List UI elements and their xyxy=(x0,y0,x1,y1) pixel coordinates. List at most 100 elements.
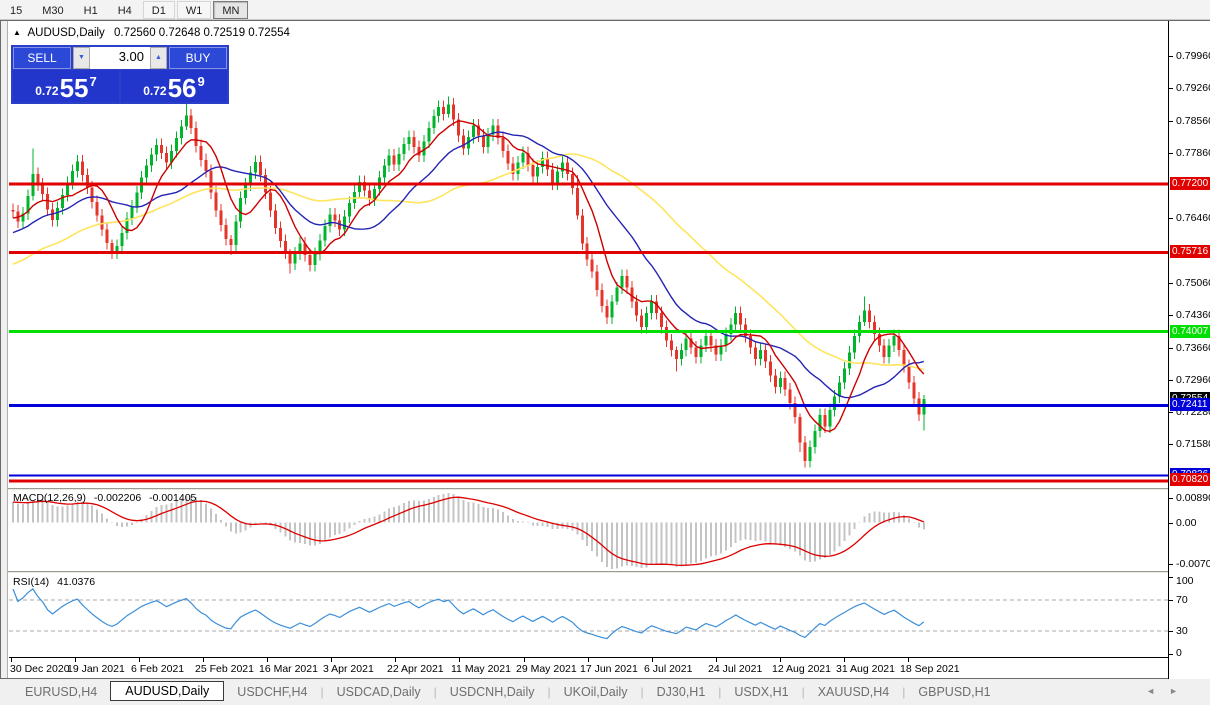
bid-prefix: 0.72 xyxy=(35,84,59,98)
rsi-tick-label: 70 xyxy=(1176,594,1188,606)
macd-label: MACD(12,26,9) -0.002206 -0.001405 xyxy=(13,492,197,504)
macd-tick xyxy=(1169,498,1173,499)
time-tick xyxy=(588,658,589,662)
price-tick xyxy=(1169,315,1173,316)
chart-tab-usdcad-daily[interactable]: USDCAD,Daily xyxy=(324,683,434,701)
time-tick xyxy=(267,658,268,662)
timeframe-m30[interactable]: M30 xyxy=(33,1,72,19)
time-tick xyxy=(395,658,396,662)
chart-tab-dj30-h1[interactable]: DJ30,H1 xyxy=(644,683,719,701)
time-label: 12 Aug 2021 xyxy=(772,663,831,675)
time-tick xyxy=(780,658,781,662)
chart-tab-usdchf-h4[interactable]: USDCHF,H4 xyxy=(224,683,320,701)
price-line-label: 0.74007 xyxy=(1170,325,1210,338)
volume-decrease-icon[interactable]: ▼ xyxy=(73,47,90,69)
chart-window: 30 Dec 2020 19 Jan 2021 6 Feb 2021 25 Feb 2… xyxy=(0,20,1210,679)
buy-button[interactable]: BUY xyxy=(169,47,227,69)
time-tick xyxy=(11,658,12,662)
rsi-tick xyxy=(1169,600,1173,601)
price-tick-label: 0.73660 xyxy=(1176,342,1210,354)
macd-tick-label: 0.00 xyxy=(1176,517,1197,529)
rsi-pane[interactable] xyxy=(9,574,1168,657)
price-tick xyxy=(1169,380,1173,381)
time-tick xyxy=(652,658,653,662)
price-tick-label: 0.76460 xyxy=(1176,212,1210,224)
volume-increase-icon[interactable]: ▲ xyxy=(150,47,167,69)
time-tick xyxy=(75,658,76,662)
price-tick-label: 0.77860 xyxy=(1176,147,1210,159)
ask-pip-digit: 9 xyxy=(197,74,205,89)
bid-price-display[interactable]: 0.72 55 7 xyxy=(13,70,119,102)
timeframe-h4[interactable]: H4 xyxy=(109,1,141,19)
timeframe-15[interactable]: 15 xyxy=(1,1,31,19)
timeframe-w1[interactable]: W1 xyxy=(176,0,212,19)
chart-tab-audusd-daily[interactable]: AUDUSD,Daily xyxy=(110,681,225,701)
rsi-tick xyxy=(1169,654,1173,655)
ohlc-values: 0.72560 0.72648 0.72519 0.72554 xyxy=(114,27,290,39)
one-click-trading-panel: SELL ▼ 3.00 ▲ BUY 0.72 55 7 0.72 56 9 xyxy=(11,45,229,104)
timeframe-toolbar: 15 M30 H1 H4 D1 W1 MN xyxy=(0,0,1210,20)
price-tick xyxy=(1169,283,1173,284)
rsi-tick-label: 100 xyxy=(1176,575,1194,587)
price-tick-label: 0.75060 xyxy=(1176,277,1210,289)
rsi-tick-label: 0 xyxy=(1176,647,1182,659)
time-tick xyxy=(844,658,845,662)
time-label: 3 Apr 2021 xyxy=(323,663,374,675)
ask-prefix: 0.72 xyxy=(143,84,167,98)
time-label: 6 Feb 2021 xyxy=(131,663,185,675)
collapse-icon[interactable]: ▲ xyxy=(13,28,21,37)
price-line-label: 0.75716 xyxy=(1170,245,1210,258)
price-axis: 0.79960 0.79260 0.78560 0.77860 0.76460 0.750… xyxy=(1168,21,1210,679)
timeframe-d1[interactable]: D1 xyxy=(142,0,175,19)
time-axis: 30 Dec 2020 19 Jan 2021 6 Feb 2021 25 Feb 2… xyxy=(9,657,1168,678)
price-tick xyxy=(1169,444,1173,445)
rsi-tick-label: 30 xyxy=(1176,625,1188,637)
time-label: 6 Jul 2021 xyxy=(644,663,693,675)
time-label: 17 Jun 2021 xyxy=(580,663,638,675)
timeframe-h1[interactable]: H1 xyxy=(75,1,107,19)
chart-title: ▲ AUDUSD,Daily 0.72560 0.72648 0.72519 0… xyxy=(13,27,290,39)
price-tick-label: 0.72960 xyxy=(1176,374,1210,386)
price-tick-label: 0.78560 xyxy=(1176,115,1210,127)
time-tick xyxy=(331,658,332,662)
time-label: 29 May 2021 xyxy=(516,663,577,675)
rsi-tick xyxy=(1169,631,1173,632)
chart-tab-usdcnh-daily[interactable]: USDCNH,Daily xyxy=(437,683,548,701)
price-tick xyxy=(1169,153,1173,154)
time-tick xyxy=(203,658,204,662)
left-rail xyxy=(1,21,8,678)
price-tick-label: 0.74360 xyxy=(1176,309,1210,321)
time-label: 19 Jan 2021 xyxy=(67,663,125,675)
time-tick xyxy=(524,658,525,662)
symbol-period-label: AUDUSD,Daily xyxy=(27,27,105,39)
price-line-label: 0.77200 xyxy=(1170,177,1210,190)
chart-tab-xauusd-h4[interactable]: XAUUSD,H4 xyxy=(805,683,903,701)
chart-tab-eurusd-h4[interactable]: EURUSD,H4 xyxy=(12,683,110,701)
price-tick xyxy=(1169,348,1173,349)
price-line-label: 0.72411 xyxy=(1170,398,1210,411)
price-tick-label: 0.71580 xyxy=(1176,438,1210,450)
time-label: 16 Mar 2021 xyxy=(259,663,318,675)
price-tick xyxy=(1169,218,1173,219)
chart-tab-usdx-h1[interactable]: USDX,H1 xyxy=(721,683,801,701)
bid-main-digits: 55 xyxy=(59,73,89,103)
price-tick xyxy=(1169,88,1173,89)
ask-price-display[interactable]: 0.72 56 9 xyxy=(121,70,227,102)
time-label: 25 Feb 2021 xyxy=(195,663,254,675)
bid-pip-digit: 7 xyxy=(89,74,97,89)
time-tick xyxy=(139,658,140,662)
price-tick-label: 0.79260 xyxy=(1176,82,1210,94)
chart-tab-gbpusd-h1[interactable]: GBPUSD,H1 xyxy=(905,683,1003,701)
sell-button[interactable]: SELL xyxy=(13,47,71,69)
macd-tick xyxy=(1169,523,1173,524)
chart-tab-ukoil-daily[interactable]: UKOil,Daily xyxy=(551,683,641,701)
time-label: 30 Dec 2020 xyxy=(10,663,70,675)
time-label: 31 Aug 2021 xyxy=(836,663,895,675)
time-tick xyxy=(908,658,909,662)
rsi-label: RSI(14) 41.0376 xyxy=(13,576,96,588)
rsi-tick xyxy=(1169,577,1173,578)
macd-tick-label: -0.007013 xyxy=(1176,558,1210,570)
volume-input[interactable]: 3.00 xyxy=(90,47,150,69)
timeframe-mn[interactable]: MN xyxy=(213,0,249,19)
tab-scroll-arrows[interactable]: ◄► xyxy=(1146,686,1192,696)
